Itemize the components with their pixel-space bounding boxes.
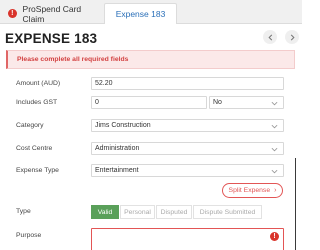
type-option-valid[interactable]: Valid [91, 205, 119, 219]
expense-type-select[interactable]: Entertainment [91, 164, 284, 177]
amount-value: 52.20 [95, 80, 113, 87]
cost-centre-value: Administration [95, 145, 140, 152]
split-expense-label: Split Expense [228, 187, 271, 194]
split-expense-button[interactable]: Split Expense › [222, 183, 283, 198]
purpose-input[interactable]: ! [91, 228, 284, 250]
tab-expense-183[interactable]: Expense 183 [104, 3, 177, 24]
gst-label: Includes GST [16, 99, 58, 106]
category-label: Category [16, 122, 44, 129]
type-option-disputed[interactable]: Disputed [156, 205, 192, 219]
error-icon: ! [8, 9, 17, 18]
purpose-label: Purpose [16, 232, 42, 239]
tab-label: Expense 183 [115, 9, 166, 19]
type-option-personal[interactable]: Personal [120, 205, 155, 219]
chevron-right-icon: › [274, 187, 277, 194]
category-value: Jims Construction [95, 122, 151, 129]
validation-alert: Please complete all required fields [6, 50, 295, 69]
gst-amount-input[interactable]: 0 [91, 96, 207, 109]
amount-label: Amount (AUD) [16, 80, 61, 87]
amount-input[interactable]: 52.20 [91, 77, 284, 90]
expense-type-value: Entertainment [95, 167, 139, 174]
type-option-dispute-submitted[interactable]: Dispute Submitted [193, 205, 262, 219]
chevron-down-icon [271, 168, 278, 175]
gst-amount-value: 0 [95, 99, 99, 106]
gst-option-value: No [213, 99, 222, 106]
gst-select[interactable]: No [209, 96, 284, 109]
scrollbar[interactable] [295, 158, 296, 250]
alert-message: Please complete all required fields [17, 56, 129, 63]
cost-centre-select[interactable]: Administration [91, 142, 284, 155]
chevron-down-icon [271, 123, 278, 130]
cost-centre-label: Cost Centre [16, 145, 53, 152]
previous-button[interactable] [263, 30, 277, 44]
error-icon: ! [270, 232, 279, 241]
chevron-right-icon [290, 34, 295, 40]
category-select[interactable]: Jims Construction [91, 119, 284, 132]
page-title: EXPENSE 183 [5, 31, 98, 46]
chevron-down-icon [271, 146, 278, 153]
tab-prospend-card-claim[interactable]: ! ProSpend Card Claim [5, 3, 101, 24]
next-button[interactable] [285, 30, 299, 44]
expense-type-label: Expense Type [16, 167, 59, 174]
tab-label: ProSpend Card Claim [22, 3, 82, 24]
chevron-left-icon [267, 34, 272, 40]
chevron-down-icon [271, 100, 278, 107]
type-label: Type [16, 208, 31, 215]
title-row: EXPENSE 183 [0, 24, 302, 50]
tab-bar: ! ProSpend Card Claim Expense 183 [0, 0, 302, 24]
